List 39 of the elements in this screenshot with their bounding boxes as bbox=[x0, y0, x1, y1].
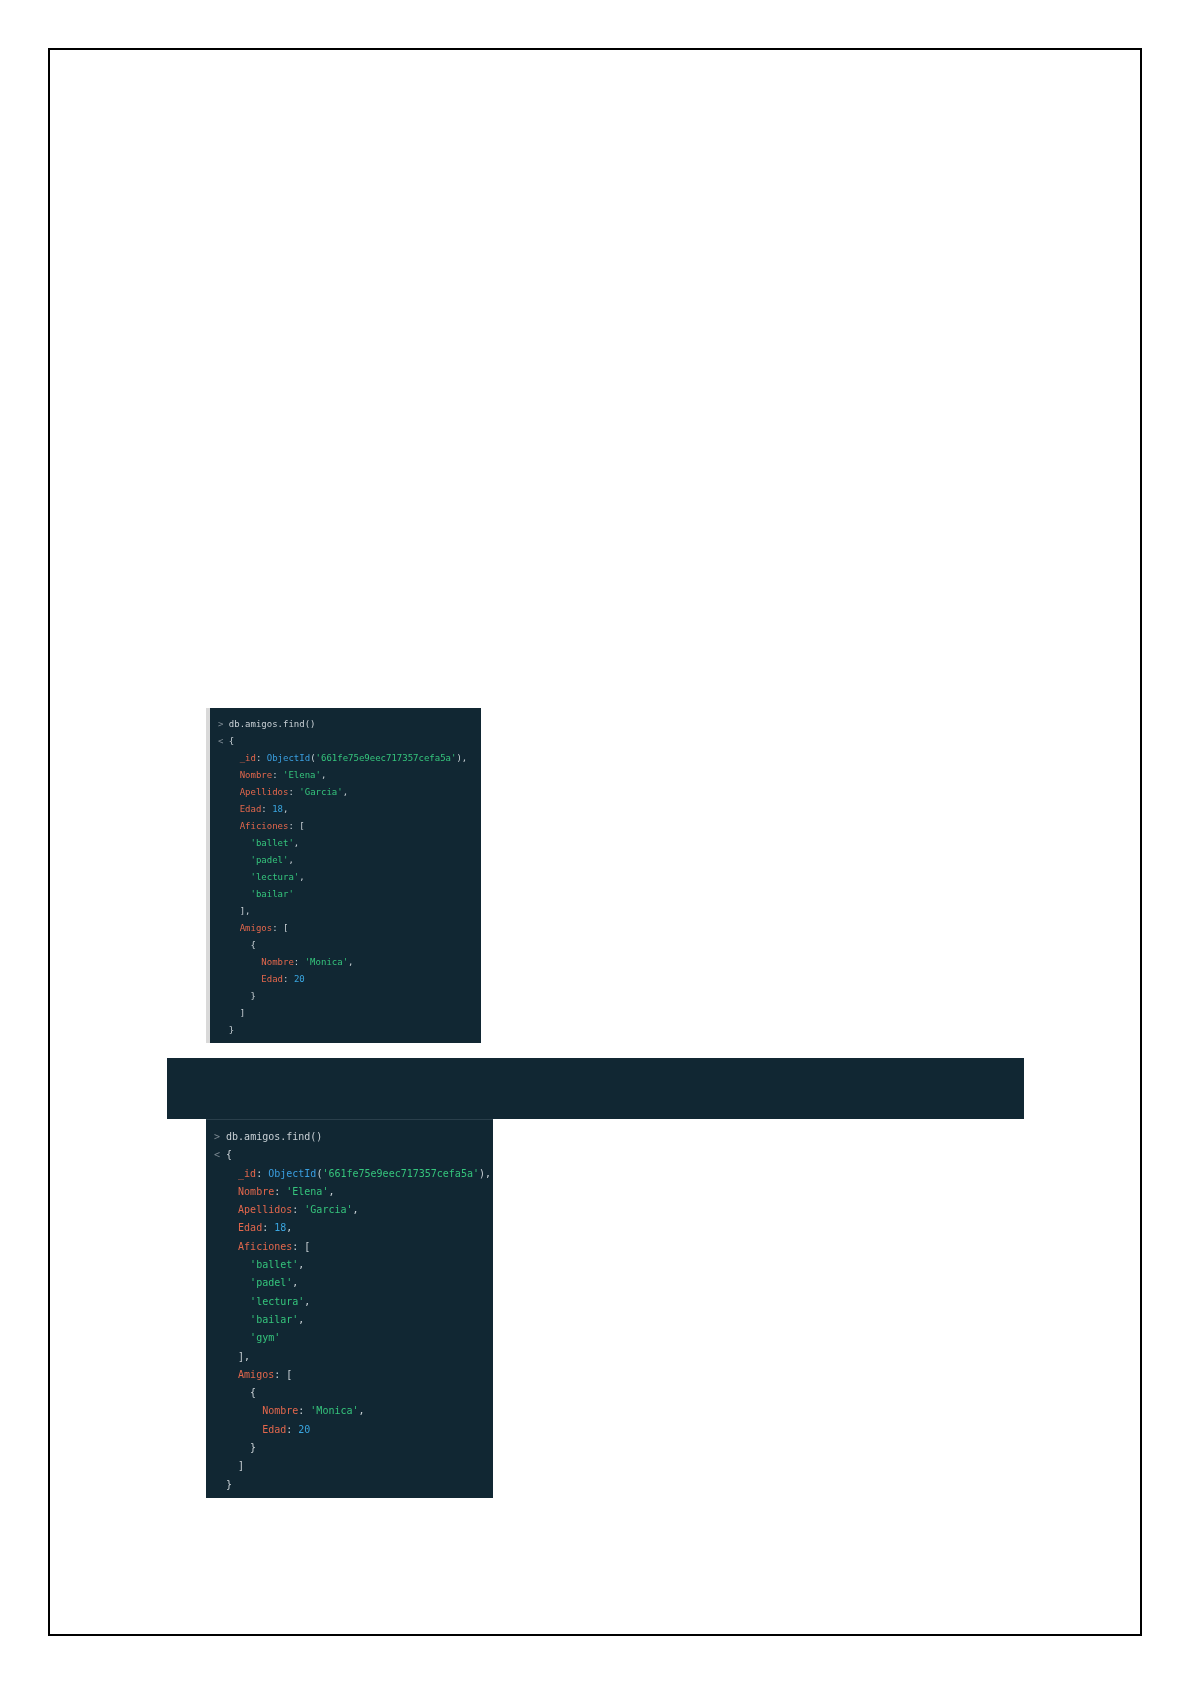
code-line: Edad: 20 bbox=[260, 973, 306, 986]
code-line: Nombre: 'Elena', bbox=[237, 1184, 336, 1199]
code-line: > db.amigos.find() bbox=[214, 1130, 324, 1144]
code-line: Nombre: 'Elena', bbox=[238, 769, 328, 782]
code-line: } bbox=[249, 990, 257, 1003]
code-line: ], bbox=[238, 905, 252, 918]
code-line: 'ballet', bbox=[249, 1258, 306, 1273]
code-line: } bbox=[225, 1477, 234, 1492]
code-line: ] bbox=[238, 1007, 247, 1020]
code-line: Nombre: 'Monica', bbox=[261, 1404, 366, 1419]
code-line: 'bailar' bbox=[249, 888, 295, 901]
code-line: < { bbox=[218, 735, 236, 748]
code-line: Edad: 18, bbox=[237, 1221, 294, 1236]
code-line: Aficiones: [ bbox=[237, 1239, 312, 1254]
code-line: Apellidos: 'Garcia', bbox=[238, 786, 350, 799]
code-line: ] bbox=[237, 1459, 246, 1474]
code-line: 'lectura', bbox=[249, 871, 306, 884]
code-line: _id: ObjectId('661fe75e9eec717357cefa5a'), bbox=[238, 752, 469, 765]
code-line: 'padel', bbox=[249, 1276, 300, 1291]
code-line: Nombre: 'Monica', bbox=[260, 956, 355, 969]
code-line: Amigos: [ bbox=[237, 1367, 294, 1382]
code-line: > db.amigos.find() bbox=[218, 718, 317, 731]
code-line: { bbox=[249, 939, 257, 952]
code-line: < { bbox=[214, 1148, 234, 1163]
code-line: Aficiones: [ bbox=[238, 820, 306, 833]
code-line: 'padel', bbox=[249, 854, 295, 867]
code-line: 'gym' bbox=[249, 1331, 282, 1346]
code-line: Edad: 20 bbox=[261, 1422, 312, 1437]
code-line: Apellidos: 'Garcia', bbox=[237, 1203, 360, 1218]
code-line: _id: ObjectId('661fe75e9eec717357cefa5a'), bbox=[237, 1166, 492, 1182]
code-line: 'bailar', bbox=[249, 1312, 306, 1327]
code-line: Amigos: [ bbox=[238, 922, 290, 935]
code-line: } bbox=[249, 1441, 258, 1456]
code-line: Edad: 18, bbox=[238, 803, 290, 816]
code-line: { bbox=[249, 1386, 258, 1401]
code-line: ], bbox=[237, 1349, 252, 1364]
code-line: 'ballet', bbox=[249, 837, 301, 850]
code-line: } bbox=[227, 1024, 236, 1037]
code-line: 'lectura', bbox=[249, 1294, 312, 1309]
